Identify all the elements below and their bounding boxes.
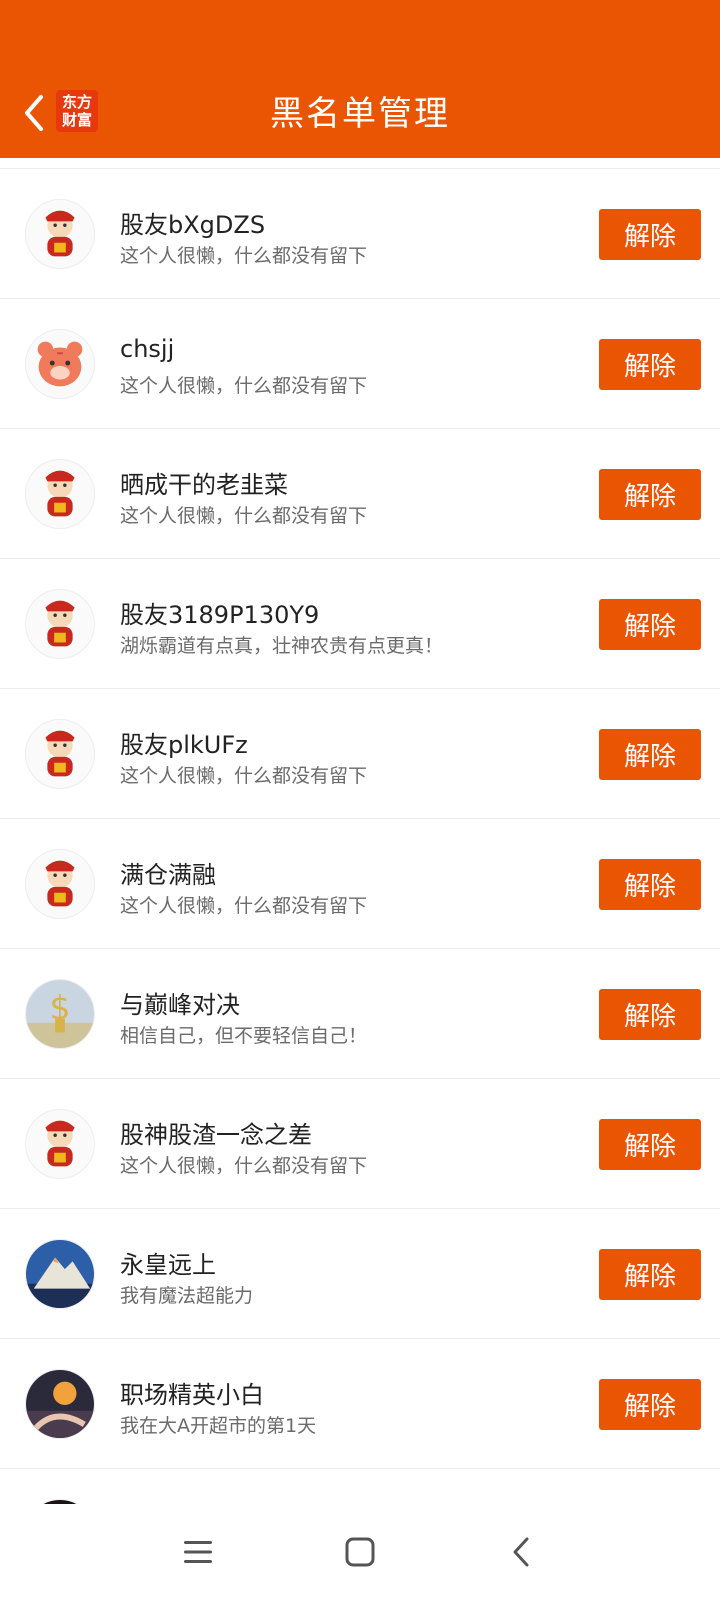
user-name: chsjj (120, 335, 175, 363)
blacklist-row: 股友bXgDZS 这个人很懒，什么都没有留下 解除 (0, 169, 720, 299)
user-name: 永皇远上 (120, 1251, 216, 1279)
fortune-god-avatar (25, 849, 95, 919)
unblock-button[interactable]: 解除 (599, 859, 701, 910)
home-button[interactable] (330, 1526, 390, 1578)
home-square-icon (345, 1537, 375, 1567)
user-signature: 我有魔法超能力 (120, 1285, 254, 1307)
fortune-god-avatar (25, 199, 95, 269)
unblock-button[interactable]: 解除 (599, 1119, 701, 1170)
unblock-button[interactable]: 解除 (599, 339, 701, 390)
blacklist-row: 永皇远上 我有魔法超能力 解除 (0, 1209, 720, 1339)
back-nav-button[interactable] (492, 1526, 552, 1578)
system-nav-bar (0, 1504, 720, 1600)
blacklist-row: 股友plkUFz 这个人很懒，什么都没有留下 解除 (0, 689, 720, 819)
user-signature: 这个人很懒，什么都没有留下 (120, 245, 368, 267)
fortune-god-avatar (25, 589, 95, 659)
blacklist-row: chsjj 这个人很懒，什么都没有留下 解除 (0, 299, 720, 429)
user-signature: 这个人很懒，什么都没有留下 (120, 1155, 368, 1177)
app-header: 东方 财富 黑名单管理 (0, 0, 720, 158)
menu-icon (184, 1541, 212, 1563)
user-name: 晒成干的老韭菜 (120, 471, 288, 499)
unblock-button[interactable]: 解除 (599, 599, 701, 650)
blacklist-row: 满仓满融 这个人很懒，什么都没有留下 解除 (0, 819, 720, 949)
user-name: 职场精英小白 (120, 1381, 264, 1409)
user-name: 股友3189P130Y9 (120, 601, 320, 629)
tiger-avatar (25, 329, 95, 399)
mountain-photo-avatar (25, 1239, 95, 1309)
blacklist-row-partial (0, 1469, 720, 1504)
unblock-button[interactable]: 解除 (599, 469, 701, 520)
unblock-button[interactable]: 解除 (599, 1379, 701, 1430)
unblock-button[interactable]: 解除 (599, 1249, 701, 1300)
unblock-button[interactable]: 解除 (599, 729, 701, 780)
blacklist-row: 股神股渣一念之差 这个人很懒，什么都没有留下 解除 (0, 1079, 720, 1209)
user-signature: 这个人很懒，什么都没有留下 (120, 895, 368, 917)
user-signature: 湖烁霸道有点真，壮神农贵有点更真！ (120, 635, 444, 657)
user-name: 与巅峰对决 (120, 991, 240, 1019)
blacklist-row: 晒成干的老韭菜 这个人很懒，什么都没有留下 解除 (0, 429, 720, 559)
sunset-photo-avatar (25, 1369, 95, 1439)
user-name: 股友bXgDZS (120, 211, 266, 239)
user-signature: 这个人很懒，什么都没有留下 (120, 375, 368, 397)
fortune-god-avatar (25, 459, 95, 529)
user-signature: 这个人很懒，什么都没有留下 (120, 505, 368, 527)
user-name: 股友plkUFz (120, 731, 248, 759)
user-signature: 我在大A开超市的第1天 (120, 1415, 317, 1437)
user-name: 满仓满融 (120, 861, 216, 889)
unblock-button[interactable]: 解除 (599, 209, 701, 260)
blacklist-row: $ 与巅峰对决 相信自己，但不要轻信自己！ 解除 (0, 949, 720, 1079)
blacklist-row: 股友3189P130Y9 湖烁霸道有点真，壮神农贵有点更真！ 解除 (0, 559, 720, 689)
page-title: 黑名单管理 (270, 94, 450, 134)
fortune-god-avatar (25, 719, 95, 789)
fortune-god-avatar (25, 1109, 95, 1179)
back-triangle-icon (513, 1537, 529, 1567)
recent-apps-button[interactable] (168, 1526, 228, 1578)
blacklist-row: 职场精英小白 我在大A开超市的第1天 解除 (0, 1339, 720, 1469)
user-signature: 相信自己，但不要轻信自己！ (120, 1025, 368, 1047)
unblock-button[interactable]: 解除 (599, 989, 701, 1040)
user-signature: 这个人很懒，什么都没有留下 (120, 765, 368, 787)
blacklist-list: 股友bXgDZS 这个人很懒，什么都没有留下 解除 chsjj 这个人很懒，什么… (0, 168, 720, 1504)
user-name: 股神股渣一念之差 (120, 1121, 312, 1149)
dollar-photo-avatar: $ (25, 979, 95, 1049)
